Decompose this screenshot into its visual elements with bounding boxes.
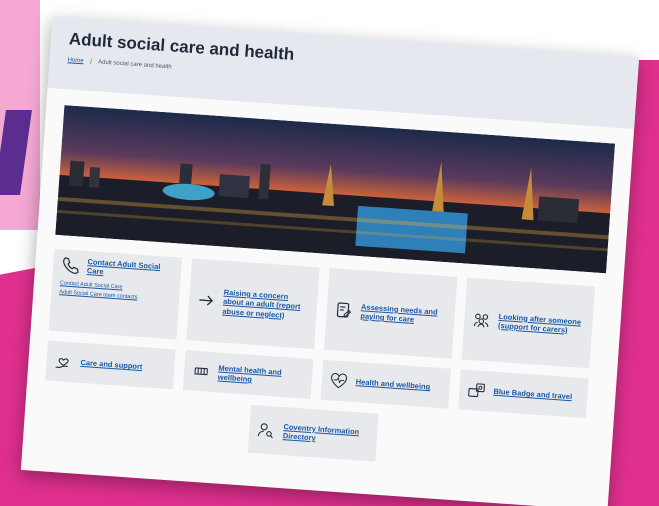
tile-raising-concern-label[interactable]: Raising a concern about an adult (report… — [222, 288, 310, 322]
tile-mental-health-label[interactable]: Mental health and wellbeing — [217, 363, 304, 388]
breadcrumb-home-link[interactable]: Home — [67, 57, 83, 64]
tile-assessing-needs-label[interactable]: Assessing needs and paying for care — [360, 302, 447, 327]
tile-coventry-information-directory[interactable]: Coventry Information Directory — [247, 404, 379, 462]
web-page: Adult social care and health Home | Adul… — [20, 16, 640, 506]
tile-mental-health[interactable]: Mental health and wellbeing — [182, 350, 314, 399]
tile-assessing-needs[interactable]: Assessing needs and paying for care — [323, 267, 458, 359]
brain-icon — [194, 367, 208, 376]
tile-coventry-label[interactable]: Coventry Information Directory — [283, 422, 370, 447]
tile-contact-label[interactable]: Contact Adult Social Care — [87, 257, 174, 282]
tile-care-and-support[interactable]: Care and support — [45, 340, 176, 390]
tile-blue-badge-label[interactable]: Blue Badge and travel — [493, 387, 572, 402]
tile-care-support-label[interactable]: Care and support — [80, 358, 143, 372]
tile-health-and-wellbeing[interactable]: Health and wellbeing — [320, 359, 451, 409]
tile-health-label[interactable]: Health and wellbeing — [355, 377, 430, 392]
tile-raising-concern[interactable]: Raising a concern about an adult (report… — [186, 258, 320, 350]
heartbeat-icon — [331, 372, 348, 389]
arrow-right-icon — [199, 295, 214, 306]
hand-heart-icon — [55, 358, 69, 368]
adult-social-care-team-contacts-link[interactable]: Adult Social Care team contacts — [59, 289, 137, 300]
phone-icon — [63, 257, 79, 275]
breadcrumb-current: Adult social care and health — [97, 59, 172, 71]
tile-blue-badge[interactable]: Blue Badge and travel — [458, 369, 589, 419]
form-icon — [336, 302, 352, 318]
tile-looking-after-label[interactable]: Looking after someone (support for carer… — [498, 312, 585, 337]
tile-looking-after-someone[interactable]: Looking after someone (support for carer… — [461, 277, 596, 369]
breadcrumb-separator: | — [89, 58, 92, 65]
badge-car-icon — [468, 383, 485, 398]
people-group-icon — [473, 313, 489, 328]
hero-image-coventry-skyline — [55, 105, 616, 274]
person-search-icon — [257, 423, 273, 439]
tile-contact-adult-social-care[interactable]: Contact Adult Social Care Contact Adult … — [48, 248, 183, 340]
